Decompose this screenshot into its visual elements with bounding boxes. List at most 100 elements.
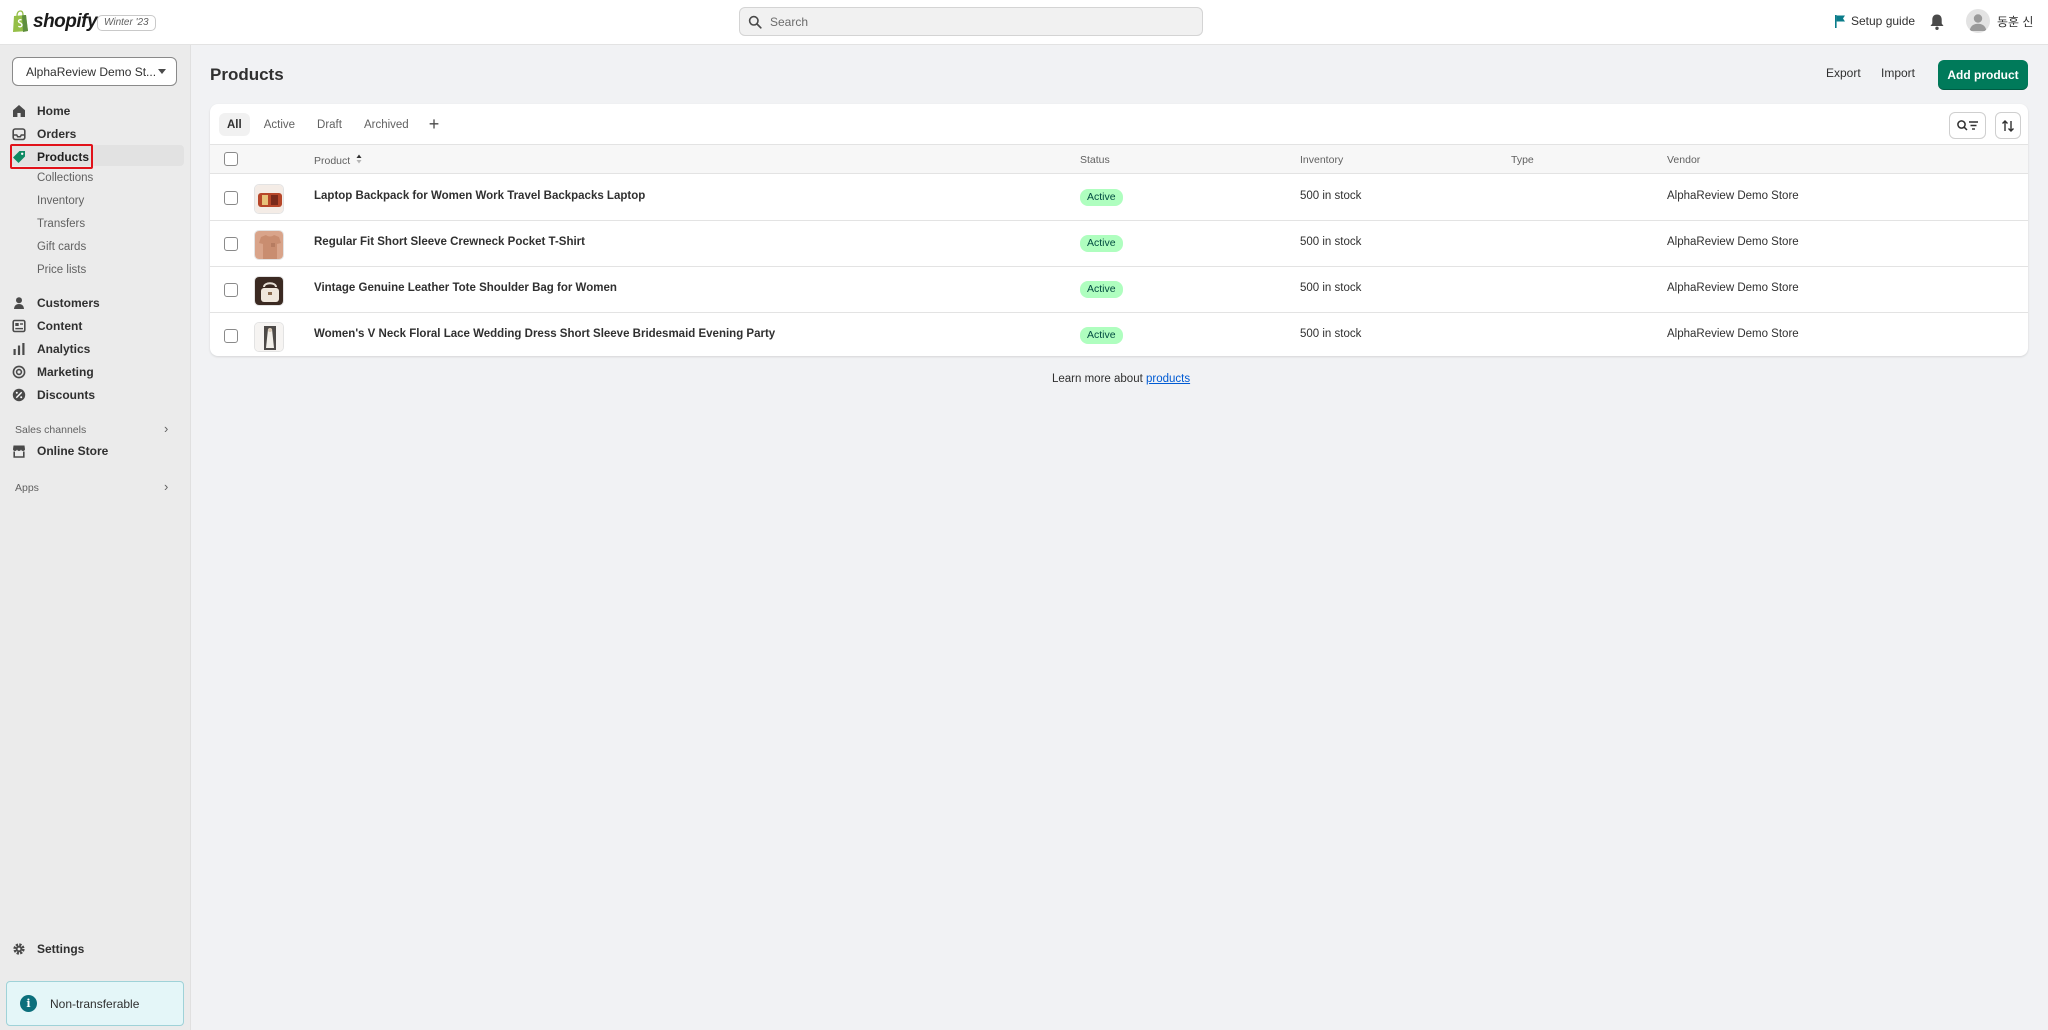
product-name-link[interactable]: Women's V Neck Floral Lace Wedding Dress… (314, 328, 775, 340)
export-button[interactable]: Export (1826, 66, 1861, 80)
content-icon (12, 319, 26, 333)
row-checkbox[interactable] (224, 191, 238, 205)
tab-active[interactable]: Active (256, 113, 303, 136)
discount-icon (12, 388, 26, 402)
sidebar-item-orders[interactable]: Orders (12, 123, 76, 144)
store-name: AlphaReview Demo St... (26, 64, 157, 79)
sidebar-item-label: Home (37, 103, 71, 118)
sidebar-item-label: Marketing (37, 364, 94, 379)
sidebar-item-label: Analytics (37, 341, 91, 356)
sidebar-subitem-transfers[interactable]: Transfers (37, 218, 85, 230)
row-checkbox[interactable] (224, 329, 238, 343)
product-thumbnail (254, 276, 284, 306)
sidebar-item-label: Settings (37, 941, 85, 956)
top-bar: shopify Winter '23 Setup guide 동훈 신 (0, 0, 2048, 45)
sidebar-item-analytics[interactable]: Analytics (12, 338, 90, 359)
sidebar: AlphaReview Demo St... Home Orders Produ… (0, 45, 191, 1030)
search-icon (748, 15, 762, 29)
table-row[interactable]: Women's V Neck Floral Lace Wedding Dress… (210, 313, 2028, 356)
column-label: Product (314, 155, 351, 167)
sidebar-item-label: Discounts (37, 387, 96, 402)
sidebar-item-discounts[interactable]: Discounts (12, 384, 95, 405)
apps-label: Apps (15, 482, 39, 494)
sidebar-item-marketing[interactable]: Marketing (12, 361, 94, 382)
sidebar-item-customers[interactable]: Customers (12, 292, 100, 313)
sidebar-item-online-store[interactable]: Online Store (12, 440, 108, 461)
sidebar-subitem-collections[interactable]: Collections (37, 172, 93, 184)
shopify-logo[interactable]: shopify (11, 10, 98, 33)
product-thumbnail (254, 230, 284, 260)
inventory-cell: 500 in stock (1300, 282, 1362, 294)
non-transferable-label: Non-transferable (50, 996, 140, 1011)
table-header: Product Status Inventory Type Vendor (210, 144, 2028, 174)
sidebar-item-label: Products (37, 149, 90, 164)
sidebar-item-products[interactable]: Products (12, 146, 89, 167)
search-filter-button[interactable] (1949, 112, 1986, 139)
avatar (1966, 9, 1990, 33)
non-transferable-banner: i Non-transferable (6, 981, 184, 1026)
search-filter-icon (1956, 119, 1978, 131)
sort-arrows-icon (2002, 119, 2014, 132)
search-input[interactable] (770, 14, 1190, 29)
inbox-icon (12, 127, 26, 141)
user-name: 동훈 신 (1997, 14, 2034, 29)
product-name-link[interactable]: Regular Fit Short Sleeve Crewneck Pocket… (314, 236, 585, 248)
sales-channels-label: Sales channels (15, 424, 87, 436)
sidebar-item-home[interactable]: Home (12, 100, 70, 121)
tab-all[interactable]: All (219, 113, 250, 136)
bar-chart-icon (12, 342, 26, 356)
add-product-button[interactable]: Add product (1938, 60, 2028, 90)
setup-guide-button[interactable]: Setup guide (1834, 14, 1915, 28)
column-header-status: Status (1080, 154, 1110, 166)
column-header-product[interactable]: Product (314, 154, 362, 167)
sidebar-item-content[interactable]: Content (12, 315, 82, 336)
status-badge: Active (1080, 235, 1123, 252)
caret-down-icon (158, 69, 166, 74)
apps-chevron-icon[interactable]: › (164, 479, 168, 494)
sidebar-item-label: Content (37, 318, 83, 333)
sidebar-subitem-price-lists[interactable]: Price lists (37, 264, 86, 276)
sidebar-subitem-gift-cards[interactable]: Gift cards (37, 241, 86, 253)
setup-guide-label: Setup guide (1851, 14, 1916, 28)
shopify-bag-icon (13, 10, 28, 32)
user-menu[interactable]: 동훈 신 (1966, 9, 2033, 33)
tab-archived[interactable]: Archived (356, 113, 417, 136)
person-icon (12, 296, 26, 310)
filter-tabs: All Active Draft Archived + (219, 113, 445, 136)
search-bar[interactable] (739, 7, 1203, 36)
sales-channels-chevron-icon[interactable]: › (164, 421, 168, 436)
status-badge: Active (1080, 281, 1123, 298)
column-header-inventory: Inventory (1300, 154, 1344, 166)
product-name-link[interactable]: Laptop Backpack for Women Work Travel Ba… (314, 190, 645, 202)
table-row[interactable]: Laptop Backpack for Women Work Travel Ba… (210, 175, 2028, 221)
status-badge: Active (1080, 327, 1123, 344)
notification-bell-icon[interactable] (1929, 13, 1945, 31)
table-row[interactable]: Regular Fit Short Sleeve Crewneck Pocket… (210, 221, 2028, 267)
sidebar-item-label: Orders (37, 126, 77, 141)
vendor-cell: AlphaReview Demo Store (1667, 236, 1799, 248)
row-checkbox[interactable] (224, 237, 238, 251)
select-all-checkbox[interactable] (224, 152, 238, 166)
row-checkbox[interactable] (224, 283, 238, 297)
sidebar-subitem-inventory[interactable]: Inventory (37, 195, 84, 207)
inventory-cell: 500 in stock (1300, 236, 1362, 248)
tab-draft[interactable]: Draft (309, 113, 350, 136)
release-badge: Winter '23 (97, 15, 156, 31)
sort-indicator-icon (356, 154, 362, 164)
products-help-link[interactable]: products (1146, 373, 1190, 385)
add-view-plus-icon[interactable]: + (423, 114, 446, 135)
learn-more-text: Learn more about products (1052, 373, 1190, 385)
product-thumbnail (254, 184, 284, 214)
info-icon: i (20, 995, 37, 1012)
products-card: All Active Draft Archived + Product Stat… (210, 104, 2028, 356)
product-thumbnail (254, 322, 284, 352)
sort-button[interactable] (1995, 112, 2021, 139)
table-row[interactable]: Vintage Genuine Leather Tote Shoulder Ba… (210, 267, 2028, 313)
store-selector[interactable]: AlphaReview Demo St... (12, 57, 177, 86)
brand-name: shopify (33, 10, 98, 32)
vendor-cell: AlphaReview Demo Store (1667, 328, 1799, 340)
sidebar-item-settings[interactable]: Settings (12, 938, 84, 959)
import-button[interactable]: Import (1881, 66, 1915, 80)
page-title: Products (210, 65, 284, 84)
product-name-link[interactable]: Vintage Genuine Leather Tote Shoulder Ba… (314, 282, 617, 294)
